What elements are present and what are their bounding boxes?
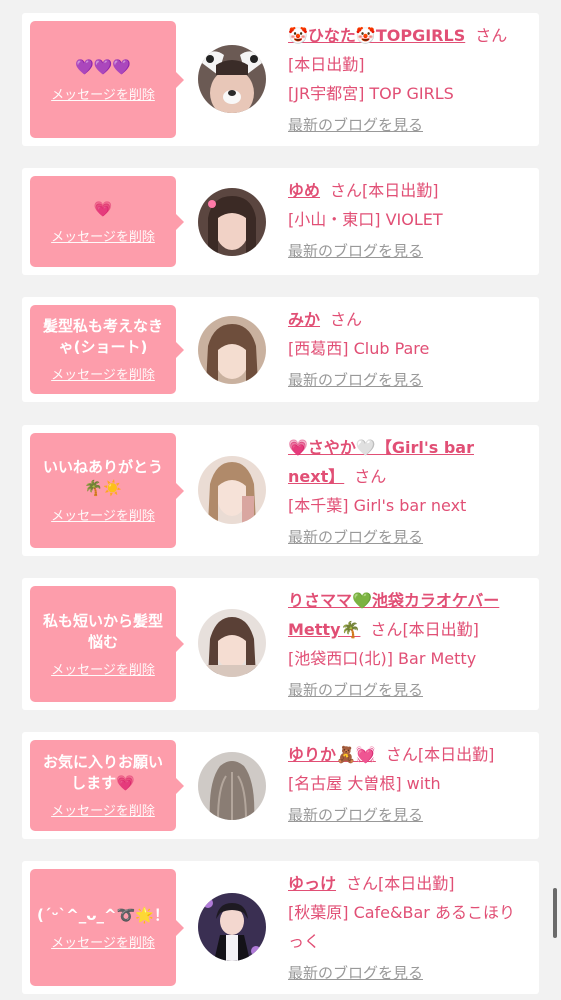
scrollbar[interactable] [553, 888, 557, 938]
work-status: [本日出勤] [402, 620, 479, 639]
message-text: 💗 [93, 199, 113, 218]
message-bubble: 髪型私も考えなきゃ(ショート) メッセージを削除 [30, 305, 184, 394]
avatar[interactable] [198, 893, 266, 961]
message-bubble: (ˊᵕˋ^_ᴗ_^➰🌟！ メッセージを削除 [30, 869, 184, 986]
card-info: 🤡ひなた🤡TOPGIRLS さん [本日出勤] [JR宇都宮] TOP GIRLS… [288, 21, 527, 138]
latest-blog-link[interactable]: 最新のブログを見る [288, 112, 527, 138]
work-status: [本日出勤] [417, 745, 495, 764]
honorific-label: さん [385, 745, 418, 764]
avatar[interactable] [198, 188, 266, 256]
shop-area: [名古屋 大曽根] with [288, 774, 441, 793]
delete-message-link[interactable]: メッセージを削除 [51, 505, 155, 524]
delete-message-link[interactable]: メッセージを削除 [51, 800, 155, 819]
message-bubble: いいねありがとう🌴☀️ メッセージを削除 [30, 433, 184, 548]
honorific-label: さん [475, 26, 508, 45]
work-status: [本日出勤] [378, 874, 455, 893]
avatar[interactable] [198, 609, 266, 677]
honorific-label: さん [330, 310, 363, 329]
message-bubble: お気に入りお願いします💗 メッセージを削除 [30, 740, 184, 831]
avatar[interactable] [198, 752, 266, 820]
message-text: 💜💜💜 [74, 57, 132, 76]
message-text: 私も短いから髪型悩む [42, 611, 163, 651]
girl-selfie-photo [198, 316, 266, 384]
delete-message-link[interactable]: メッセージを削除 [51, 659, 155, 678]
shop-area: [池袋西口(北)] Bar Metty [288, 649, 477, 668]
honorific-label: さん [354, 467, 387, 486]
message-card: いいねありがとう🌴☀️ メッセージを削除 💗さやか🤍【Girl's bar ne… [22, 425, 539, 556]
cast-name-link[interactable]: みか [288, 310, 320, 329]
card-info: ゆっけ さん[本日出勤] [秋葉原] Cafe&Bar あるこほりっく 最新のブロ… [288, 869, 527, 986]
delete-message-link[interactable]: メッセージを削除 [51, 364, 155, 383]
delete-message-link[interactable]: メッセージを削除 [51, 84, 155, 103]
shop-area: [小山・東口] VIOLET [288, 210, 443, 229]
shop-area: [JR宇都宮] TOP GIRLS [288, 84, 454, 103]
shop-area: [西葛西] Club Pare [288, 339, 430, 358]
honorific-label: さん [330, 181, 363, 200]
cast-name-link[interactable]: ゆっけ [288, 874, 336, 893]
work-status: [本日出勤] [288, 55, 365, 74]
delete-message-link[interactable]: メッセージを削除 [51, 226, 155, 245]
honorific-label: さん [370, 620, 403, 639]
cast-name-link[interactable]: ゆめ [288, 181, 320, 200]
cast-name-link[interactable]: 🤡ひなた🤡TOPGIRLS [288, 26, 465, 45]
message-card: 私も短いから髪型悩む メッセージを削除 りさママ💚池袋カラオケバーMetty🌴 さ… [22, 578, 539, 710]
message-card: 髪型私も考えなきゃ(ショート) メッセージを削除 みか さん [西葛西] Club… [22, 297, 539, 402]
cast-name-link[interactable]: ゆりか🧸💓 [288, 745, 376, 764]
latest-blog-link[interactable]: 最新のブログを見る [288, 802, 527, 828]
shop-area: [本千葉] Girl's bar next [288, 496, 467, 515]
card-info: ゆめ さん[本日出勤] [小山・東口] VIOLET 最新のブログを見る [288, 176, 527, 264]
delete-message-link[interactable]: メッセージを削除 [51, 932, 155, 951]
message-text: 髪型私も考えなきゃ(ショート) [42, 317, 163, 356]
latest-blog-link[interactable]: 最新のブログを見る [288, 960, 527, 986]
hair-back-photo [198, 752, 266, 820]
avatar[interactable] [198, 45, 266, 113]
latest-blog-link[interactable]: 最新のブログを見る [288, 524, 527, 550]
latest-blog-link[interactable]: 最新のブログを見る [288, 238, 527, 264]
girl-selfie-photo [198, 456, 266, 524]
message-text: お気に入りお願いします💗 [42, 753, 163, 792]
latest-blog-link[interactable]: 最新のブログを見る [288, 367, 527, 393]
work-status: [本日出勤] [362, 181, 439, 200]
card-info: みか さん [西葛西] Club Pare 最新のブログを見る [288, 305, 527, 393]
shop-area: [秋葉原] Cafe&Bar あるこほりっく [288, 903, 515, 951]
latest-blog-link[interactable]: 最新のブログを見る [288, 677, 527, 703]
message-card: (ˊᵕˋ^_ᴗ_^➰🌟！ メッセージを削除 ゆっけ さん[本日出勤] [秋葉原] … [22, 861, 539, 994]
maid-costume-photo [198, 893, 266, 961]
message-card: 💜💜💜 メッセージを削除 🤡ひなた🤡TOPGIRLS さん [本日出勤] [JR宇 [22, 13, 539, 146]
avatar[interactable] [198, 456, 266, 524]
card-info: りさママ💚池袋カラオケバーMetty🌴 さん[本日出勤] [池袋西口(北)] Ba… [288, 586, 527, 703]
card-info: ゆりか🧸💓 さん[本日出勤] [名古屋 大曽根] with 最新のブログを見る [288, 740, 527, 828]
message-card: お気に入りお願いします💗 メッセージを削除 ゆりか🧸💓 さん[本日出勤] [名古屋… [22, 732, 539, 839]
message-text: いいねありがとう🌴☀️ [42, 458, 163, 497]
message-feed: 💜💜💜 メッセージを削除 🤡ひなた🤡TOPGIRLS さん [本日出勤] [JR宇 [0, 0, 561, 1000]
girl-selfie-photo [198, 188, 266, 256]
girl-selfie-photo [198, 609, 266, 677]
message-bubble: 私も短いから髪型悩む メッセージを削除 [30, 586, 184, 702]
message-card: 💗 メッセージを削除 ゆめ さん[本日出勤] [小山・東口] VIOLET 最新の… [22, 168, 539, 275]
dog-filter-photo [198, 45, 266, 113]
card-info: 💗さやか🤍【Girl's bar next】 さん [本千葉] Girl's ba… [288, 433, 527, 550]
honorific-label: さん [346, 874, 379, 893]
avatar[interactable] [198, 316, 266, 384]
message-text: (ˊᵕˋ^_ᴗ_^➰🌟！ [37, 905, 169, 924]
message-bubble: 💗 メッセージを削除 [30, 176, 184, 267]
message-bubble: 💜💜💜 メッセージを削除 [30, 21, 184, 138]
